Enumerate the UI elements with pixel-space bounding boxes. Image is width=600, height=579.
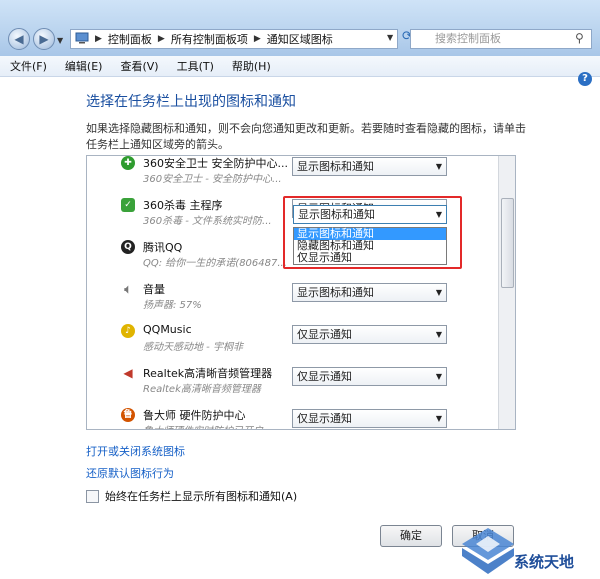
item-description: QQ: 给你一生的承诺(806487...	[143, 258, 287, 269]
back-button[interactable]: ◀	[8, 28, 30, 50]
main-content: 选择在任务栏上出现的图标和通知 如果选择隐藏图标和通知，则不会向您通知更改和更新…	[0, 77, 600, 579]
list-scrollbar[interactable]	[498, 156, 515, 429]
chevron-down-icon: ▼	[435, 162, 442, 171]
360-antivirus-icon: ✓	[121, 198, 135, 212]
chevron-down-icon: ▼	[435, 372, 442, 381]
ludashi-icon: 鲁	[121, 408, 135, 422]
item-description: 感动天感动地 - 宇桐非	[143, 342, 243, 353]
behavior-value: 仅显示通知	[297, 412, 352, 425]
chevron-down-icon: ▼	[435, 330, 442, 339]
behavior-value: 显示图标和通知	[297, 160, 374, 173]
menu-file[interactable]: 文件(F)	[0, 58, 55, 74]
menu-tools[interactable]: 工具(T)	[167, 58, 222, 74]
menu-bar: 文件(F) 编辑(E) 查看(V) 工具(T) 帮助(H)	[0, 56, 600, 77]
behavior-select[interactable]: 仅显示通知 ▼	[292, 409, 447, 428]
360-safe-icon: ✚	[121, 156, 135, 170]
item-description: 鲁大师硬件实时防护已开启	[143, 422, 263, 429]
recent-pages-chevron-icon[interactable]: ▼	[57, 36, 63, 45]
behavior-value: 显示图标和通知	[297, 286, 374, 299]
address-dropdown-icon[interactable]: ▼	[387, 33, 393, 42]
help-icon[interactable]: ?	[578, 72, 592, 86]
chevron-down-icon: ▼	[435, 288, 442, 297]
realtek-speaker-icon: ◀	[123, 366, 133, 380]
behavior-select[interactable]: 显示图标和通知 ▼	[292, 283, 447, 302]
menu-edit[interactable]: 编辑(E)	[55, 58, 111, 74]
list-item: 🔈︎ 音量 扬声器: 57% 显示图标和通知 ▼	[87, 278, 497, 320]
breadcrumb-notification-icons[interactable]: 通知区域图标	[263, 31, 337, 47]
item-name: 360杀毒 主程序	[143, 199, 223, 212]
item-name: QQMusic	[143, 323, 192, 336]
breadcrumb-separator-icon[interactable]: ▶	[252, 34, 263, 44]
chevron-down-icon: ▼	[435, 414, 442, 423]
item-description: 360安全卫士 - 安全防护中心...	[143, 174, 282, 185]
page-title: 选择在任务栏上出现的图标和通知	[86, 94, 296, 110]
search-input[interactable]: 搜索控制面板	[410, 29, 592, 49]
scrollbar-thumb[interactable]	[501, 198, 514, 288]
breadcrumb-control-panel[interactable]: 控制面板	[104, 31, 156, 47]
watermark-logo: 系统天地	[458, 524, 600, 579]
highlight-annotation	[283, 196, 462, 269]
forward-button[interactable]: ▶	[33, 28, 55, 50]
title-bar: ◀ ▶ ▼ ▶ 控制面板 ▶ 所有控制面板项 ▶ 通知区域图标 ▼ ⟳ 搜索控制…	[0, 0, 600, 57]
control-panel-icon	[71, 32, 93, 47]
behavior-select[interactable]: 仅显示通知 ▼	[292, 367, 447, 386]
item-description: Realtek高清晰音频管理器	[143, 384, 261, 395]
list-item: ♪ QQMusic 感动天感动地 - 宇桐非 仅显示通知 ▼	[87, 320, 497, 362]
breadcrumb-separator-icon[interactable]: ▶	[156, 34, 167, 44]
system-icons-link[interactable]: 打开或关闭系统图标	[86, 443, 185, 459]
item-name: Realtek高清晰音频管理器	[143, 367, 273, 380]
item-description: 扬声器: 57%	[143, 300, 202, 311]
qq-penguin-icon: Q	[121, 240, 135, 254]
breadcrumb-separator-icon: ▶	[95, 34, 102, 44]
qqmusic-icon: ♪	[121, 324, 135, 338]
behavior-select[interactable]: 显示图标和通知 ▼	[292, 157, 447, 176]
item-name: 音量	[143, 283, 165, 296]
list-item: ✚ 360安全卫士 安全防护中心... 360安全卫士 - 安全防护中心... …	[87, 156, 497, 194]
restore-defaults-link[interactable]: 还原默认图标行为	[86, 465, 174, 481]
item-name: 腾讯QQ	[143, 241, 183, 254]
always-show-checkbox[interactable]	[86, 489, 99, 503]
always-show-label: 始终在任务栏上显示所有图标和通知(A)	[105, 490, 298, 503]
always-show-option[interactable]: 始终在任务栏上显示所有图标和通知(A)	[86, 488, 297, 504]
forward-arrow-icon: ▶	[39, 32, 49, 46]
behavior-value: 仅显示通知	[297, 328, 352, 341]
behavior-value: 仅显示通知	[297, 370, 352, 383]
menu-view[interactable]: 查看(V)	[110, 58, 166, 74]
watermark-text: 系统天地	[514, 553, 575, 571]
item-description: 360杀毒 - 文件系统实时防...	[143, 216, 272, 227]
search-icon[interactable]: ⚲	[575, 31, 584, 45]
list-item: 鲁 鲁大师 硬件防护中心 鲁大师硬件实时防护已开启 仅显示通知 ▼	[87, 404, 497, 429]
speaker-icon: 🔈︎	[124, 282, 132, 296]
breadcrumb-all-items[interactable]: 所有控制面板项	[167, 31, 252, 47]
item-name: 鲁大师 硬件防护中心	[143, 409, 246, 422]
item-name: 360安全卫士 安全防护中心...	[143, 157, 288, 170]
page-description: 如果选择隐藏图标和通知，则不会向您通知更改和更新。若要随时查看隐藏的图标，请单击…	[86, 122, 526, 151]
address-bar[interactable]: ▶ 控制面板 ▶ 所有控制面板项 ▶ 通知区域图标	[70, 29, 398, 49]
back-arrow-icon: ◀	[14, 32, 24, 46]
menu-help[interactable]: 帮助(H)	[222, 58, 279, 74]
list-item: ◀ Realtek高清晰音频管理器 Realtek高清晰音频管理器 仅显示通知 ▼	[87, 362, 497, 404]
behavior-select[interactable]: 仅显示通知 ▼	[292, 325, 447, 344]
ok-button[interactable]: 确定	[380, 525, 442, 547]
